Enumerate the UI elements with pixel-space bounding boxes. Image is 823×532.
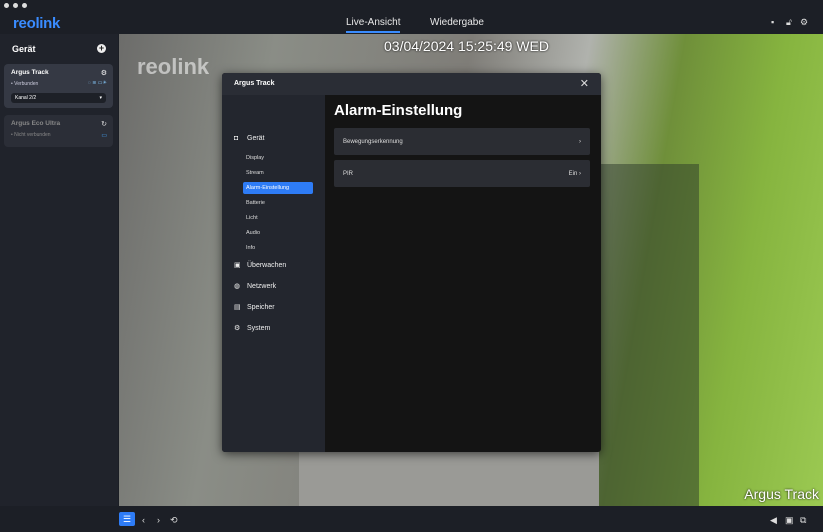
globe-icon: ◍ bbox=[234, 283, 241, 290]
device-status-text: Verbunden bbox=[14, 81, 39, 87]
device-card-argus-track[interactable]: Argus Track ⚙ • Verbunden ◌ ≋ ▭☀ Kanal 2… bbox=[4, 64, 113, 108]
camera-icon: ◘ bbox=[234, 135, 239, 142]
dialog-header: Argus Track ✕ bbox=[222, 73, 601, 95]
fullscreen-icon[interactable]: ⧉ bbox=[800, 515, 806, 526]
refresh-icon[interactable]: ↻ bbox=[101, 120, 107, 128]
nav-label: Gerät bbox=[247, 135, 265, 142]
nav-group-system[interactable]: ⚙ System bbox=[234, 324, 271, 333]
unlock-icon[interactable]: 🔓︎ bbox=[786, 17, 792, 28]
row-label: Bewegungserkennung bbox=[343, 138, 403, 145]
nav-item-info[interactable]: Info bbox=[243, 242, 313, 254]
channel-select[interactable]: Kanal 2/2 ▾ bbox=[11, 93, 106, 103]
storage-icon: ▤ bbox=[234, 304, 241, 311]
settings-dialog: Argus Track ✕ ◘ Gerät Display Stream Alar… bbox=[222, 73, 601, 452]
message-icon[interactable]: ▪ bbox=[771, 17, 774, 27]
tab-live-view[interactable]: Live-Ansicht bbox=[346, 17, 401, 33]
nav-label: System bbox=[247, 324, 271, 332]
device-sidebar: Gerät + Argus Track ⚙ • Verbunden ◌ ≋ ▭☀… bbox=[0, 34, 118, 506]
top-bar: reolink Live-Ansicht Wiedergabe ▪ 🔓︎ ⚙ bbox=[0, 0, 823, 34]
camera-name-overlay: Argus Track bbox=[744, 486, 819, 502]
device-card-argus-eco-ultra[interactable]: Argus Eco Ultra ↻ • Nicht verbunden ▭ bbox=[4, 115, 113, 147]
add-device-button[interactable]: + bbox=[97, 44, 106, 53]
speaker-icon[interactable]: ◀ bbox=[770, 515, 777, 526]
list-view-icon[interactable]: ☰ bbox=[119, 512, 135, 526]
video-timestamp: 03/04/2024 15:25:49 WED bbox=[384, 38, 550, 54]
nav-item-display[interactable]: Display bbox=[243, 152, 313, 164]
nav-group-storage[interactable]: ▤ Speicher bbox=[234, 303, 275, 312]
dialog-title: Argus Track bbox=[234, 80, 275, 87]
wifi-battery-icons: ◌ ≋ ▭☀ bbox=[87, 80, 107, 86]
rotate-icon[interactable]: ⟲ bbox=[170, 515, 178, 526]
close-icon[interactable]: ✕ bbox=[580, 77, 589, 90]
row-value: Ein › bbox=[568, 170, 581, 177]
nav-item-audio[interactable]: Audio bbox=[243, 227, 313, 239]
device-name: Argus Eco Ultra bbox=[11, 120, 61, 127]
row-label: PIR bbox=[343, 170, 354, 177]
nav-item-battery[interactable]: Batterie bbox=[243, 197, 313, 209]
device-status-text: Nicht verbunden bbox=[14, 132, 51, 138]
settings-content: Alarm-Einstellung Bewegungserkennung › PI… bbox=[325, 95, 601, 452]
nav-label: Netzwerk bbox=[247, 282, 277, 290]
battery-icon: ▭ bbox=[101, 133, 107, 139]
stream-quality-icon[interactable]: ▣ bbox=[785, 515, 794, 526]
nav-group-device[interactable]: ◘ Gerät bbox=[234, 135, 265, 142]
chevron-right-icon: › bbox=[579, 138, 581, 145]
gear-icon: ⚙ bbox=[234, 325, 241, 332]
chevron-left-icon[interactable]: ‹ bbox=[142, 515, 145, 525]
nav-item-alarm[interactable]: Alarm-Einstellung bbox=[243, 182, 313, 194]
nav-item-light[interactable]: Licht bbox=[243, 212, 313, 224]
reolink-logo: reolink bbox=[13, 15, 61, 32]
pir-value: Ein bbox=[568, 170, 578, 177]
window-controls[interactable] bbox=[4, 3, 27, 8]
device-name: Argus Track bbox=[11, 69, 49, 76]
sidebar-title: Gerät bbox=[12, 44, 36, 54]
nav-group-network[interactable]: ◍ Netzwerk bbox=[234, 282, 277, 291]
monitor-icon: ▣ bbox=[234, 262, 241, 269]
channel-value: Kanal 2/2 bbox=[15, 95, 37, 101]
device-status: • Nicht verbunden bbox=[11, 132, 51, 138]
settings-nav: ◘ Gerät Display Stream Alarm-Einstellung … bbox=[222, 95, 325, 452]
gear-icon[interactable]: ⚙ bbox=[800, 17, 808, 28]
nav-group-monitor[interactable]: ▣ Überwachen bbox=[234, 261, 287, 270]
device-settings-icon[interactable]: ⚙ bbox=[101, 69, 107, 77]
nav-label: Überwachen bbox=[247, 261, 287, 269]
nav-label: Speicher bbox=[247, 303, 275, 311]
section-heading: Alarm-Einstellung bbox=[334, 102, 463, 119]
motion-detection-row[interactable]: Bewegungserkennung › bbox=[334, 128, 590, 155]
pir-row[interactable]: PIR Ein › bbox=[334, 160, 590, 187]
tab-playback[interactable]: Wiedergabe bbox=[430, 17, 484, 28]
chevron-right-icon[interactable]: › bbox=[157, 515, 160, 525]
nav-item-stream[interactable]: Stream bbox=[243, 167, 313, 179]
fence-area bbox=[599, 164, 699, 506]
reolink-watermark: reolink bbox=[137, 54, 210, 79]
chevron-down-icon: ▾ bbox=[99, 95, 102, 101]
